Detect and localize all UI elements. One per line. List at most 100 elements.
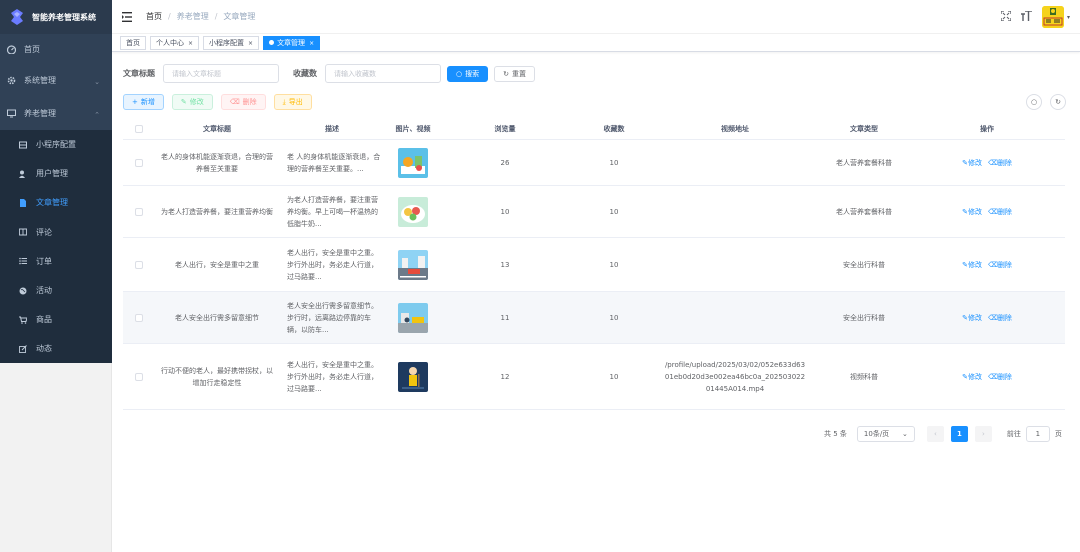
- table-row[interactable]: 老人安全出行需多留意细节 老人安全出行需多留意细节。步行时，远离路边停靠的车辆，…: [123, 292, 1065, 344]
- cell-favorites: 10: [609, 207, 619, 216]
- table-row[interactable]: 老人的身体机能逐渐衰退，合理的营养餐至关重要 老 人的身体机能逐渐衰退，合理的营…: [123, 140, 1065, 186]
- pagination: 共 5 条 10条/页 ⌄ ‹ 1 › 前往 1 页: [824, 426, 1062, 442]
- close-icon[interactable]: ×: [309, 40, 314, 47]
- close-icon[interactable]: ×: [188, 40, 193, 47]
- cell-views: 10: [500, 207, 510, 216]
- row-checkbox[interactable]: [135, 260, 143, 269]
- page-number-button[interactable]: 1: [950, 426, 968, 442]
- row-delete-button[interactable]: ⌫删除: [988, 371, 1012, 383]
- row-checkbox[interactable]: [135, 313, 143, 322]
- row-checkbox[interactable]: [135, 372, 143, 381]
- row-delete-button[interactable]: ⌫删除: [988, 157, 1012, 169]
- title-search-input[interactable]: 请输入文章标题: [163, 64, 279, 83]
- hamburger-icon[interactable]: [122, 11, 134, 22]
- page-size-value: 10条/页: [863, 430, 890, 438]
- cell-actions: ✎修改 ⌫删除: [917, 157, 1057, 169]
- column-header: 图片、视频: [395, 124, 431, 133]
- sidebar-item-miniprogram-config[interactable]: 小程序配置: [0, 130, 112, 159]
- search-button[interactable]: ○ 搜索: [447, 65, 489, 82]
- submenu: 小程序配置 用户管理 文章管理 评论 订单 活动 商品 动态: [0, 130, 112, 364]
- cell-favorites: 10: [609, 158, 619, 167]
- row-checkbox[interactable]: [135, 158, 143, 167]
- row-edit-button[interactable]: ✎修改: [962, 371, 982, 383]
- sidebar-item-label: 活动: [36, 286, 52, 296]
- edit-button[interactable]: ✎ 修改: [171, 94, 213, 110]
- cell-desc: 老人出行，安全是重中之重。步行外出时，务必走人行道，过马路要...: [287, 360, 378, 393]
- breadcrumb-separator: /: [168, 12, 171, 21]
- action-toolbar: + 新增 ✎ 修改 ⌫ 删除 ⤓ 导出: [123, 94, 320, 110]
- sidebar-item-products[interactable]: 商品: [0, 305, 112, 334]
- article-image[interactable]: [398, 302, 428, 333]
- tag-home[interactable]: 首页: [120, 35, 146, 50]
- table-row[interactable]: 为老人打造营养餐，要注重营养均衡 为老人打造营养餐，要注重营养均衡。早上可喝一杯…: [123, 186, 1065, 238]
- row-edit-button[interactable]: ✎修改: [962, 206, 982, 218]
- sidebar-item-elderly-care[interactable]: 养老管理 ⌃: [0, 97, 112, 130]
- breadcrumb-item: 养老管理: [176, 12, 209, 21]
- tag-personal-center[interactable]: 个人中心 ×: [150, 35, 200, 50]
- column-header: 文章类型: [850, 124, 878, 133]
- sidebar-item-home[interactable]: 首页: [0, 34, 112, 64]
- font-size-icon[interactable]: [1020, 9, 1032, 24]
- cart-icon: [18, 315, 28, 325]
- select-all-checkbox-cell: [123, 124, 155, 133]
- article-image[interactable]: [398, 196, 428, 227]
- row-edit-label: 修改: [967, 372, 982, 381]
- cell-image: [385, 361, 441, 392]
- select-all-checkbox[interactable]: [135, 124, 143, 133]
- sidebar-item-user-management[interactable]: 用户管理: [0, 159, 112, 188]
- close-icon[interactable]: ×: [248, 40, 253, 47]
- document-icon: [18, 198, 28, 208]
- sidebar-item-orders[interactable]: 订单: [0, 247, 112, 276]
- table-row[interactable]: 行动不便的老人，最好携带拐杖，以增加行走稳定性 老人出行，安全是重中之重。步行外…: [123, 344, 1065, 410]
- row-delete-button[interactable]: ⌫删除: [988, 206, 1012, 218]
- tag-miniprogram-config[interactable]: 小程序配置 ×: [203, 35, 260, 50]
- article-image[interactable]: [398, 361, 428, 392]
- toggle-search-button[interactable]: ○: [1026, 94, 1042, 110]
- refresh-button[interactable]: ↻: [1050, 94, 1066, 110]
- avatar[interactable]: [1041, 6, 1064, 28]
- sidebar-item-system[interactable]: 系统管理 ⌄: [0, 64, 112, 97]
- top-navbar: 首页 / 养老管理 / 文章管理 ▾: [112, 0, 1080, 34]
- row-edit-button[interactable]: ✎修改: [962, 157, 982, 169]
- breadcrumb-item[interactable]: 首页: [146, 11, 162, 22]
- row-delete-button[interactable]: ⌫删除: [988, 259, 1012, 271]
- edit-icon: [18, 344, 28, 354]
- cell-type: 安全出行科普: [843, 313, 885, 322]
- table-row[interactable]: 老人出行，安全是重中之重 老人出行，安全是重中之重。步行外出时，务必走人行道，过…: [123, 238, 1065, 292]
- row-edit-button[interactable]: ✎修改: [962, 259, 982, 271]
- user-icon: [18, 169, 28, 179]
- title-filter-label: 文章标题: [123, 69, 155, 78]
- article-image[interactable]: [398, 249, 428, 280]
- caret-down-icon[interactable]: ▾: [1067, 14, 1070, 21]
- sidebar-item-activities[interactable]: 活动: [0, 276, 112, 305]
- fullscreen-icon[interactable]: [1000, 9, 1012, 24]
- sidebar-item-moments[interactable]: 动态: [0, 334, 112, 363]
- sidebar-item-comments[interactable]: 评论: [0, 218, 112, 247]
- row-edit-button[interactable]: ✎修改: [962, 312, 982, 324]
- active-dot-icon: [269, 40, 275, 45]
- header-actions: ▾: [991, 6, 1070, 28]
- delete-button[interactable]: ⌫ 删除: [220, 94, 266, 110]
- sidebar-item-article-management[interactable]: 文章管理: [0, 188, 112, 217]
- tag-article-management[interactable]: 文章管理 ×: [263, 35, 321, 50]
- column-header: 文章标题: [203, 124, 231, 133]
- goto-page-input[interactable]: 1: [1025, 426, 1050, 442]
- refresh-icon: ↻: [503, 69, 509, 78]
- add-button[interactable]: + 新增: [123, 94, 164, 110]
- cell-image: [385, 147, 441, 178]
- article-image[interactable]: [398, 147, 428, 178]
- plus-icon: +: [132, 98, 138, 106]
- cell-views: 11: [500, 313, 510, 322]
- breadcrumb: 首页 / 养老管理 / 文章管理: [146, 11, 255, 22]
- page-size-select[interactable]: 10条/页 ⌄: [856, 426, 915, 442]
- export-button[interactable]: ⤓ 导出: [273, 94, 312, 110]
- row-checkbox[interactable]: [135, 207, 143, 216]
- chevron-down-icon: ⌄: [94, 78, 100, 86]
- prev-page-button[interactable]: ‹: [926, 426, 944, 442]
- reset-button[interactable]: ↻ 重置: [494, 65, 535, 82]
- cell-actions: ✎修改 ⌫删除: [917, 312, 1057, 324]
- next-page-button[interactable]: ›: [974, 426, 992, 442]
- fav-search-input[interactable]: 请输入收藏数: [325, 64, 441, 83]
- column-header: 收藏数: [603, 124, 625, 133]
- row-delete-button[interactable]: ⌫删除: [988, 312, 1012, 324]
